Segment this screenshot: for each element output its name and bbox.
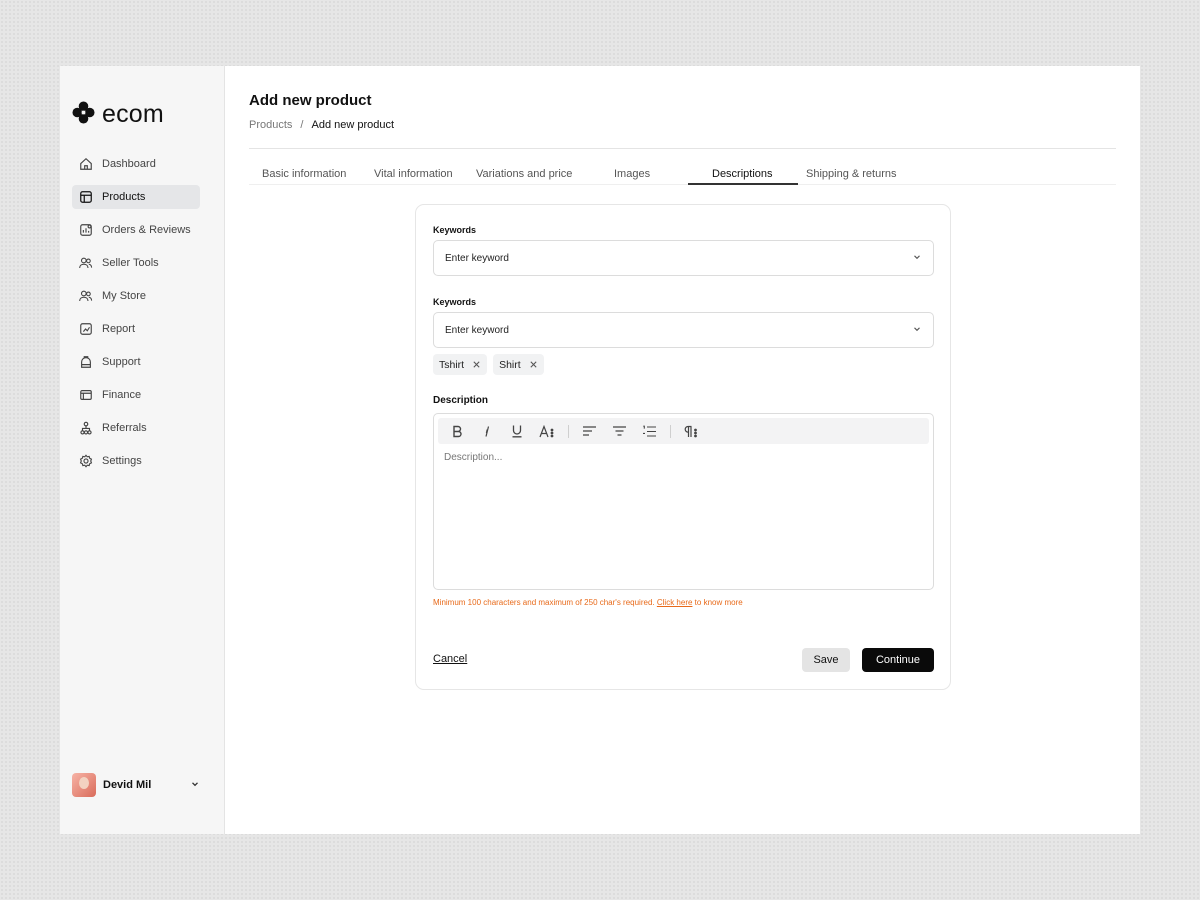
home-icon <box>78 157 93 172</box>
tab-descriptions[interactable]: Descriptions <box>712 168 773 180</box>
align-left-icon[interactable] <box>580 422 598 440</box>
sidebar-item-label: Dashboard <box>102 158 156 170</box>
gear-icon <box>78 454 93 469</box>
tab-images[interactable]: Images <box>614 168 650 180</box>
tab-shipping-returns[interactable]: Shipping & returns <box>806 168 897 180</box>
save-button[interactable]: Save <box>802 648 850 672</box>
description-label: Description <box>433 395 489 406</box>
tab-variations-and-price[interactable]: Variations and price <box>476 168 572 180</box>
support-icon <box>78 355 93 370</box>
store-icon <box>78 289 93 304</box>
sidebar-item-label: Finance <box>102 389 142 401</box>
description-form-card: Keywords Enter keyword Keywords Enter ke… <box>415 204 951 690</box>
sidebar-item-label: My Store <box>102 290 147 302</box>
sidebar-item-label: Orders & Reviews <box>102 224 191 236</box>
chip-label: Tshirt <box>439 358 465 371</box>
sidebar-item-label: Settings <box>102 455 142 467</box>
sidebar-item-support[interactable]: Support <box>72 350 200 374</box>
products-icon <box>78 190 93 205</box>
keywords-label: Keywords <box>433 225 477 235</box>
breadcrumb-current: Add new product <box>311 119 395 131</box>
page-title: Add new product <box>249 92 372 109</box>
tab-basic-information[interactable]: Basic information <box>262 168 346 180</box>
sidebar-item-dashboard[interactable]: Dashboard <box>72 152 200 176</box>
description-hint: Minimum 100 characters and maximum of 25… <box>433 598 743 607</box>
report-icon <box>78 322 93 337</box>
breadcrumb-products-link[interactable]: Products <box>249 119 292 131</box>
font-size-icon[interactable] <box>538 422 556 440</box>
keywords-select[interactable]: Enter keyword <box>433 312 934 348</box>
sidebar-item-my-store[interactable]: My Store <box>72 284 200 308</box>
keywords-select[interactable]: Enter keyword <box>433 240 934 276</box>
sidebar-item-label: Products <box>102 191 146 203</box>
chevron-down-icon <box>912 252 922 265</box>
sidebar-item-settings[interactable]: Settings <box>72 449 200 473</box>
sidebar-nav: Dashboard Products Orders & Reviews Sell… <box>72 152 200 482</box>
chevron-down-icon <box>190 776 200 794</box>
sidebar-item-report[interactable]: Report <box>72 317 200 341</box>
users-icon <box>78 256 93 271</box>
main-content: Add new product Products / Add new produ… <box>225 66 1140 834</box>
continue-button[interactable]: Continue <box>862 648 934 672</box>
description-editor: Description... <box>433 413 934 590</box>
bold-icon[interactable] <box>448 422 466 440</box>
close-icon[interactable] <box>529 360 538 369</box>
keywords-select-placeholder: Enter keyword <box>445 324 509 336</box>
numbered-list-icon[interactable] <box>640 422 658 440</box>
referrals-icon <box>78 421 93 436</box>
user-name: Devid Mil <box>103 779 152 791</box>
toolbar-separator <box>670 425 671 438</box>
sidebar-item-referrals[interactable]: Referrals <box>72 416 200 440</box>
active-tab-indicator <box>688 183 798 185</box>
sidebar-item-seller-tools[interactable]: Seller Tools <box>72 251 200 275</box>
align-center-icon[interactable] <box>610 422 628 440</box>
keywords-select-placeholder: Enter keyword <box>445 252 509 264</box>
tab-vital-information[interactable]: Vital information <box>374 168 453 180</box>
sidebar-item-label: Report <box>102 323 136 335</box>
keyword-chip: Shirt <box>493 354 544 375</box>
finance-icon <box>78 388 93 403</box>
hint-link[interactable]: Click here <box>657 598 693 607</box>
sidebar-item-label: Seller Tools <box>102 257 159 269</box>
toolbar-separator <box>568 425 569 438</box>
chevron-down-icon <box>912 324 922 337</box>
hint-suffix: to know more <box>694 598 743 607</box>
sidebar-item-label: Referrals <box>102 422 147 434</box>
italic-icon[interactable] <box>478 422 496 440</box>
header-divider <box>249 148 1116 149</box>
close-icon[interactable] <box>472 360 481 369</box>
orders-icon <box>78 223 93 238</box>
sidebar-item-label: Support <box>102 356 141 368</box>
avatar <box>72 773 96 797</box>
editor-toolbar <box>438 418 929 444</box>
sidebar: ecom Dashboard Products Orders & Reviews <box>60 66 225 834</box>
paragraph-icon[interactable] <box>682 422 700 440</box>
underline-icon[interactable] <box>508 422 526 440</box>
sidebar-item-orders-reviews[interactable]: Orders & Reviews <box>72 218 200 242</box>
sidebar-item-products[interactable]: Products <box>72 185 200 209</box>
app-window: ecom Dashboard Products Orders & Reviews <box>60 66 1140 834</box>
keyword-chips: Tshirt Shirt <box>433 354 544 375</box>
breadcrumb-separator: / <box>300 119 304 131</box>
logo[interactable]: ecom <box>72 100 164 129</box>
chip-label: Shirt <box>499 358 521 371</box>
tab-bar: Basic information Vital information Vari… <box>249 162 1116 185</box>
user-menu[interactable]: Devid Mil <box>72 773 200 797</box>
hint-text: Minimum 100 characters and maximum of 25… <box>433 598 655 607</box>
breadcrumb: Products / Add new product <box>249 119 394 131</box>
description-textarea[interactable]: Description... <box>444 452 502 463</box>
logo-text: ecom <box>102 100 164 128</box>
keyword-chip: Tshirt <box>433 354 488 375</box>
keywords-label: Keywords <box>433 297 477 307</box>
sidebar-item-finance[interactable]: Finance <box>72 383 200 407</box>
cancel-button[interactable]: Cancel <box>433 653 467 665</box>
logo-icon <box>72 100 95 129</box>
